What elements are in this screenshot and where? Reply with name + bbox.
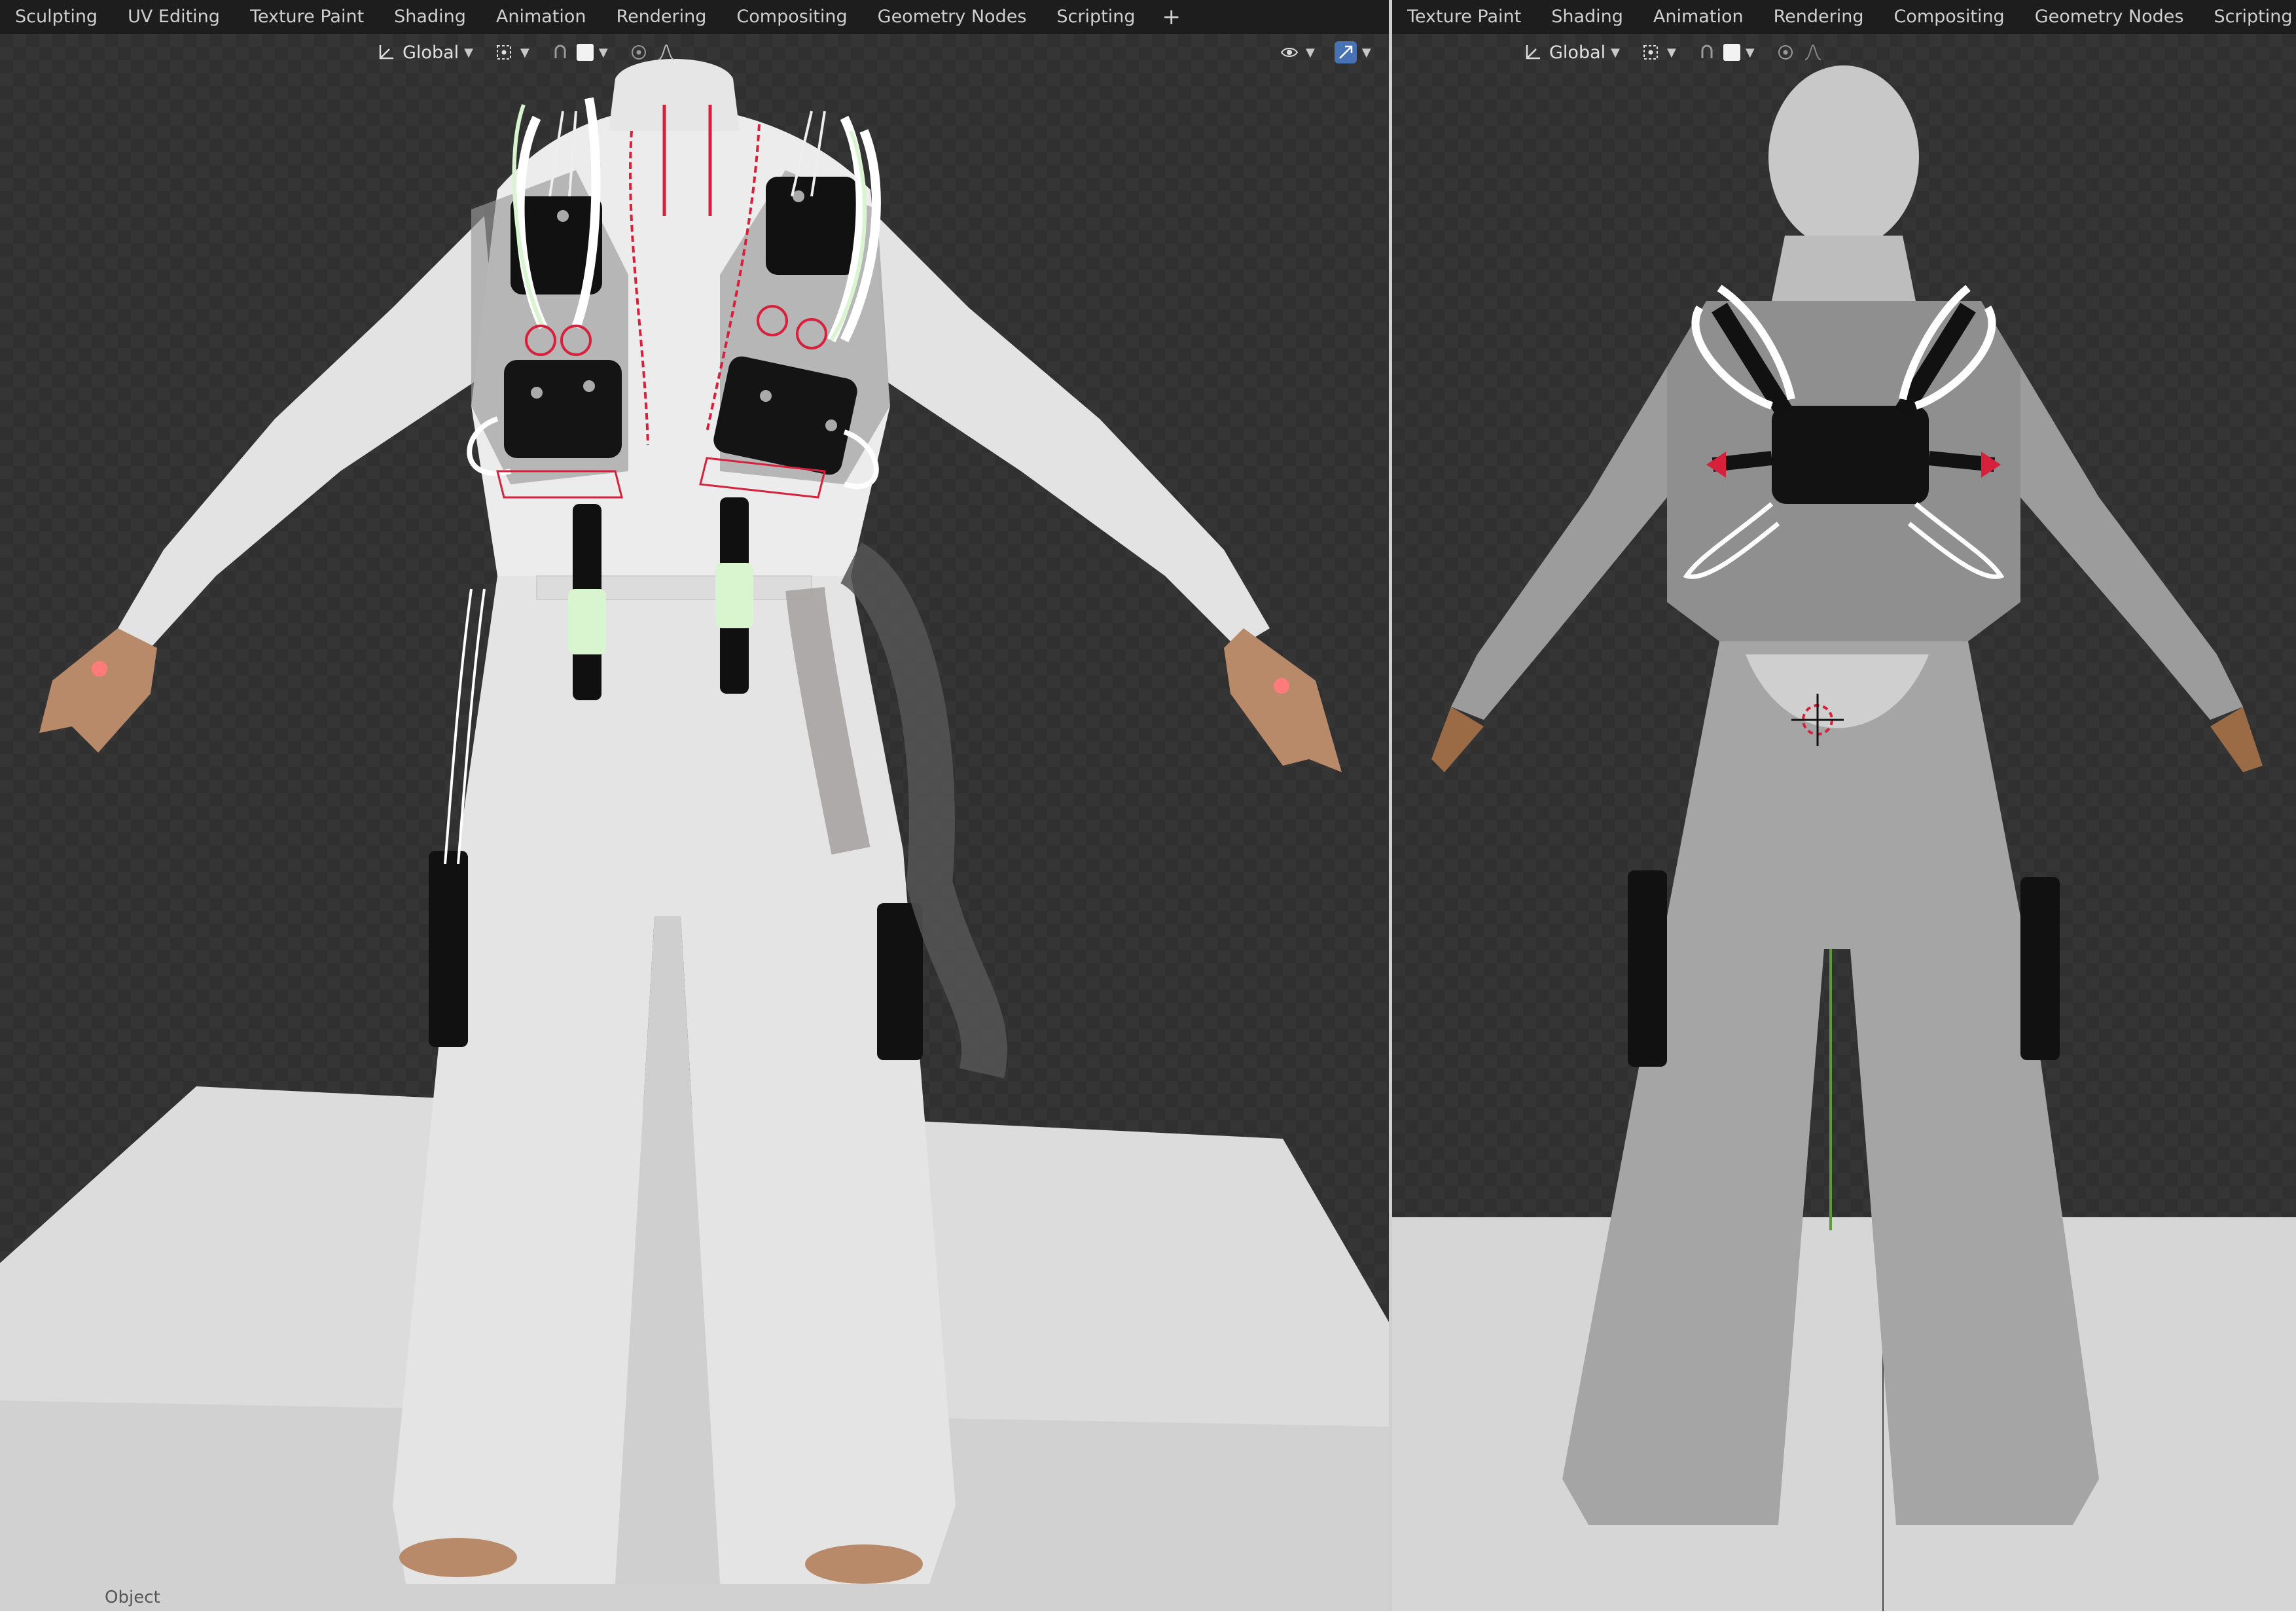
- workspace-tabbar-right: Texture Paint Shading Animation Renderin…: [1392, 0, 2296, 34]
- tab-texture-paint[interactable]: Texture Paint: [1392, 0, 1536, 34]
- pivot-point-dropdown[interactable]: ▼: [488, 38, 535, 67]
- workspace-tabbar-left: Sculpting UV Editing Texture Paint Shadi…: [0, 0, 1389, 34]
- viewport-header-left: Global ▼ ▼ ▼: [370, 34, 683, 71]
- left-3d-viewport[interactable]: Sculpting UV Editing Texture Paint Shadi…: [0, 0, 1389, 1611]
- tab-shading[interactable]: Shading: [1536, 0, 1638, 34]
- side-bag-right: [2020, 877, 2060, 1060]
- side-bag-left: [429, 851, 468, 1047]
- chevron-down-icon: ▼: [464, 45, 473, 60]
- transform-orientation-icon: [375, 41, 397, 63]
- snap-target-icon: [576, 44, 594, 61]
- orientation-label: Global: [403, 42, 459, 63]
- add-workspace-button[interactable]: +: [1150, 0, 1193, 34]
- right-3d-viewport[interactable]: Texture Paint Shading Animation Renderin…: [1392, 0, 2296, 1611]
- mode-label: Object: [105, 1588, 160, 1607]
- pouch-lower-left: [504, 360, 622, 458]
- tab-uv-editing[interactable]: UV Editing: [113, 0, 235, 34]
- tab-animation[interactable]: Animation: [481, 0, 601, 34]
- chevron-down-icon: ▼: [520, 45, 529, 60]
- right-arm: [864, 216, 1270, 648]
- back-view-render: [1392, 65, 2296, 1611]
- chevron-down-icon: ▼: [1306, 45, 1315, 60]
- transform-orientation-dropdown[interactable]: Global ▼: [1516, 38, 1625, 67]
- pivot-point-icon: [493, 41, 515, 63]
- gizmo-icon: [1334, 41, 1357, 63]
- tab-texture-paint[interactable]: Texture Paint: [235, 0, 379, 34]
- chevron-down-icon: ▼: [598, 45, 608, 60]
- buckle-left: [568, 589, 606, 654]
- back-pouch: [1772, 406, 1929, 504]
- tab-animation[interactable]: Animation: [1638, 0, 1759, 34]
- chevron-down-icon: ▼: [1745, 45, 1755, 60]
- gizmo-toggle[interactable]: ▼: [1329, 38, 1376, 67]
- snap-toggle[interactable]: ▼: [1691, 38, 1760, 67]
- orientation-label: Global: [1549, 42, 1606, 63]
- tab-sculpting[interactable]: Sculpting: [0, 0, 113, 34]
- side-bag-left: [1628, 870, 1667, 1067]
- status-strip: [0, 1611, 2296, 1623]
- tab-compositing[interactable]: Compositing: [1878, 0, 2019, 34]
- transform-orientation-icon: [1522, 41, 1544, 63]
- chevron-down-icon: ▼: [1611, 45, 1620, 60]
- floor-plane: [1392, 1217, 2296, 1611]
- proportional-editing-icon: [1774, 41, 1797, 63]
- snap-toggle[interactable]: ▼: [544, 38, 613, 67]
- viewport-header-right: Global ▼ ▼ ▼: [1516, 34, 1829, 71]
- visibility-icon: [1278, 41, 1300, 63]
- tab-geometry-nodes[interactable]: Geometry Nodes: [2020, 0, 2199, 34]
- tab-geometry-nodes[interactable]: Geometry Nodes: [863, 0, 1042, 34]
- tab-scripting[interactable]: Scripting: [1041, 0, 1150, 34]
- proportional-editing-toggle[interactable]: [1769, 38, 1829, 67]
- tab-scripting[interactable]: Scripting: [2198, 0, 2296, 34]
- right-arm: [2020, 366, 2243, 720]
- buckle-right: [715, 563, 753, 628]
- snap-target-icon: [1723, 44, 1740, 61]
- viewport-header-left-right-tools: ▼ ▼: [1273, 34, 1376, 71]
- left-arm: [118, 216, 497, 648]
- head: [1768, 65, 1919, 249]
- snap-icon: [1696, 41, 1718, 63]
- tab-rendering[interactable]: Rendering: [1759, 0, 1879, 34]
- left-hand: [39, 628, 157, 753]
- snap-icon: [549, 41, 571, 63]
- falloff-icon: [655, 41, 677, 63]
- falloff-icon: [1802, 41, 1824, 63]
- pivot-point-dropdown[interactable]: ▼: [1634, 38, 1681, 67]
- tab-compositing[interactable]: Compositing: [721, 0, 862, 34]
- front-view-render: [0, 59, 1389, 1611]
- tab-shading[interactable]: Shading: [379, 0, 481, 34]
- proportional-editing-toggle[interactable]: [622, 38, 683, 67]
- visibility-dropdown[interactable]: ▼: [1273, 38, 1320, 67]
- proportional-editing-icon: [628, 41, 650, 63]
- transform-orientation-dropdown[interactable]: Global ▼: [370, 38, 478, 67]
- right-hand: [1224, 628, 1342, 772]
- tab-rendering[interactable]: Rendering: [601, 0, 722, 34]
- left-arm: [1451, 366, 1667, 720]
- pivot-point-icon: [1640, 41, 1662, 63]
- side-bag-right: [877, 903, 923, 1060]
- chevron-down-icon: ▼: [1666, 45, 1676, 60]
- chevron-down-icon: ▼: [1361, 45, 1371, 60]
